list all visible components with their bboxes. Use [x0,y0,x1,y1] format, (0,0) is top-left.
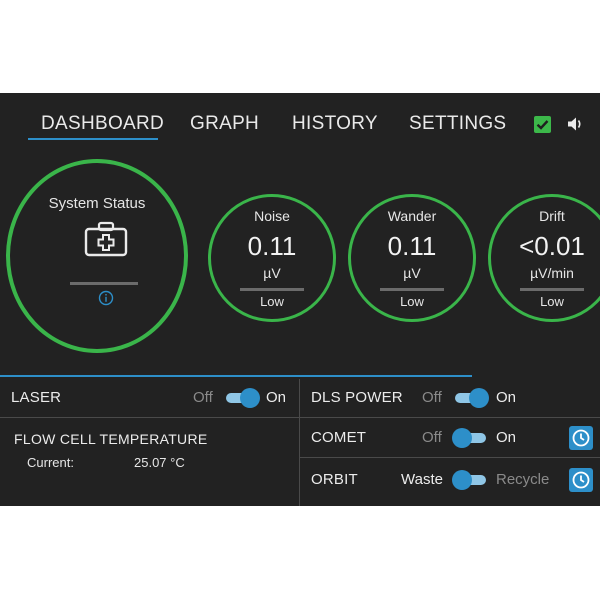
gauge-title: Noise [254,208,290,224]
gauge-level: Low [260,294,284,309]
column-divider [299,379,300,506]
comet-on-label: On [496,429,517,446]
dls-power-on-label: On [496,389,517,406]
orbit-recycle-label: Recycle [496,471,550,488]
dashboard-screen: DASHBOARD GRAPH HISTORY SETTINGS System … [0,93,600,506]
gauge-bar [380,288,444,291]
dls-power-off-label: Off [422,389,442,406]
tab-graph[interactable]: GRAPH [190,113,259,135]
medkit-icon [84,221,128,257]
temperature-current-value: 25.07 °C [134,455,185,470]
laser-label: LASER [11,389,62,406]
gauge-unit: µV [403,265,421,281]
gauge-value: 0.11 [247,231,297,261]
orbit-toggle[interactable] [452,470,488,490]
tab-history[interactable]: HISTORY [292,113,378,135]
orbit-schedule-clock-icon[interactable] [569,468,593,492]
gauge-title: Wander [387,208,437,224]
gauge-value: 0.11 [387,231,437,261]
comet-label: COMET [311,429,367,446]
gauge-level: Low [540,294,564,309]
gauge-level: Low [400,294,424,309]
gauge-bar [520,288,584,291]
active-tab-indicator [28,138,158,140]
info-icon[interactable] [98,290,114,306]
laser-off-label: Off [193,389,213,406]
speaker-icon[interactable] [566,115,584,133]
drift-gauge[interactable]: Drift <0.01 µV/min Low [488,194,600,322]
laser-toggle[interactable] [224,388,260,408]
dls-power-label: DLS POWER [311,389,403,406]
gauge-unit: µV/min [530,265,574,281]
row-divider [300,457,600,458]
gauge-value: <0.01 [519,231,585,261]
dls-power-toggle[interactable] [453,388,489,408]
comet-off-label: Off [422,429,442,446]
system-status-bar [70,282,138,285]
system-status-title: System Status [48,195,146,212]
tab-dashboard[interactable]: DASHBOARD [41,113,164,135]
gauge-bar [240,288,304,291]
tab-settings[interactable]: SETTINGS [409,113,506,135]
gauge-unit: µV [263,265,281,281]
flow-cell-title: FLOW CELL TEMPERATURE [14,431,208,447]
comet-toggle[interactable] [452,428,488,448]
system-status-gauge[interactable]: System Status [6,159,188,353]
noise-gauge[interactable]: Noise 0.11 µV Low [208,194,336,322]
laser-on-label: On [266,389,287,406]
orbit-label: ORBIT [311,471,358,488]
check-icon[interactable] [534,116,551,133]
gauge-title: Drift [539,208,565,224]
row-divider [0,417,600,418]
gauge-section-divider [0,375,472,377]
wander-gauge[interactable]: Wander 0.11 µV Low [348,194,476,322]
temperature-current-label: Current: [27,455,74,470]
comet-schedule-clock-icon[interactable] [569,426,593,450]
orbit-waste-label: Waste [401,471,443,488]
